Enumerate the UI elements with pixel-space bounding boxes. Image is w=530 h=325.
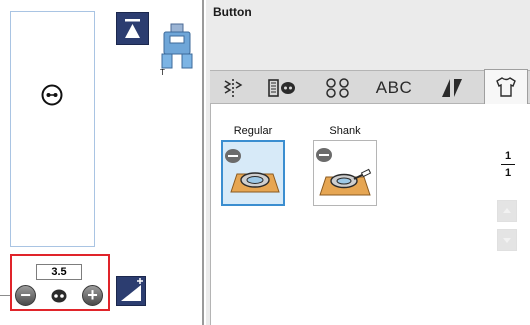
tab-letters-label: ABC (375, 77, 413, 97)
needle-up-down-icon (125, 19, 140, 38)
decorative-stitch-icon (326, 77, 349, 98)
stitch-width-control: 3.5 − + (10, 254, 110, 311)
satin-stitch-icon (442, 78, 462, 97)
presser-foot-label: T (160, 68, 165, 77)
button-sewing-regular-icon (225, 149, 280, 193)
page-divider (501, 164, 515, 165)
stitch-width-center-icon (51, 289, 67, 303)
buttonhole-button-icon (268, 78, 295, 97)
stitch-selection-panel: Button ABC Regular Shank 1 1 (206, 0, 530, 325)
tab-utility[interactable] (216, 71, 250, 104)
stitch-width-value: 3.5 (36, 264, 82, 280)
button-sewing-shank-icon (316, 148, 372, 196)
page-up-button[interactable] (497, 200, 517, 222)
tab-letters[interactable]: ABC (370, 71, 418, 104)
page-indicator: 1 1 (495, 150, 521, 179)
stitch-label-regular: Regular (233, 125, 273, 137)
plus-icon: + (87, 285, 98, 305)
settings-panel: T 3.5 − + (0, 0, 204, 325)
panel-title: Button (213, 5, 252, 19)
stitch-grid: Regular Shank 1 1 (210, 104, 530, 325)
page-down-button[interactable] (497, 229, 517, 251)
needle-position-button[interactable] (116, 12, 149, 45)
width-decrease-button[interactable]: − (15, 285, 36, 306)
chevron-down-icon (503, 238, 511, 243)
category-tab-bar: ABC (210, 69, 530, 104)
reverse-slope-icon (121, 278, 143, 301)
presser-foot-icon: T (158, 22, 196, 80)
page-total: 1 (504, 167, 512, 179)
minus-icon: − (20, 285, 31, 305)
tab-buttonhole[interactable] (262, 71, 302, 104)
tab-decorative[interactable] (318, 71, 358, 104)
utility-stitch-icon (223, 78, 243, 97)
stitch-card-regular[interactable] (221, 140, 285, 206)
stitch-card-shank[interactable] (313, 140, 377, 206)
callout-leader-line (0, 295, 10, 296)
stitch-preview (10, 11, 95, 247)
stitch-label-shank: Shank (329, 125, 361, 137)
slope-button[interactable] (116, 276, 146, 306)
width-increase-button[interactable]: + (82, 285, 103, 306)
buttonhole-stitch-icon (41, 84, 63, 106)
tab-garment[interactable] (484, 69, 528, 104)
chevron-up-icon (503, 208, 511, 213)
tab-satin[interactable] (432, 71, 472, 104)
shirt-icon (496, 77, 516, 97)
page-current: 1 (504, 150, 512, 162)
